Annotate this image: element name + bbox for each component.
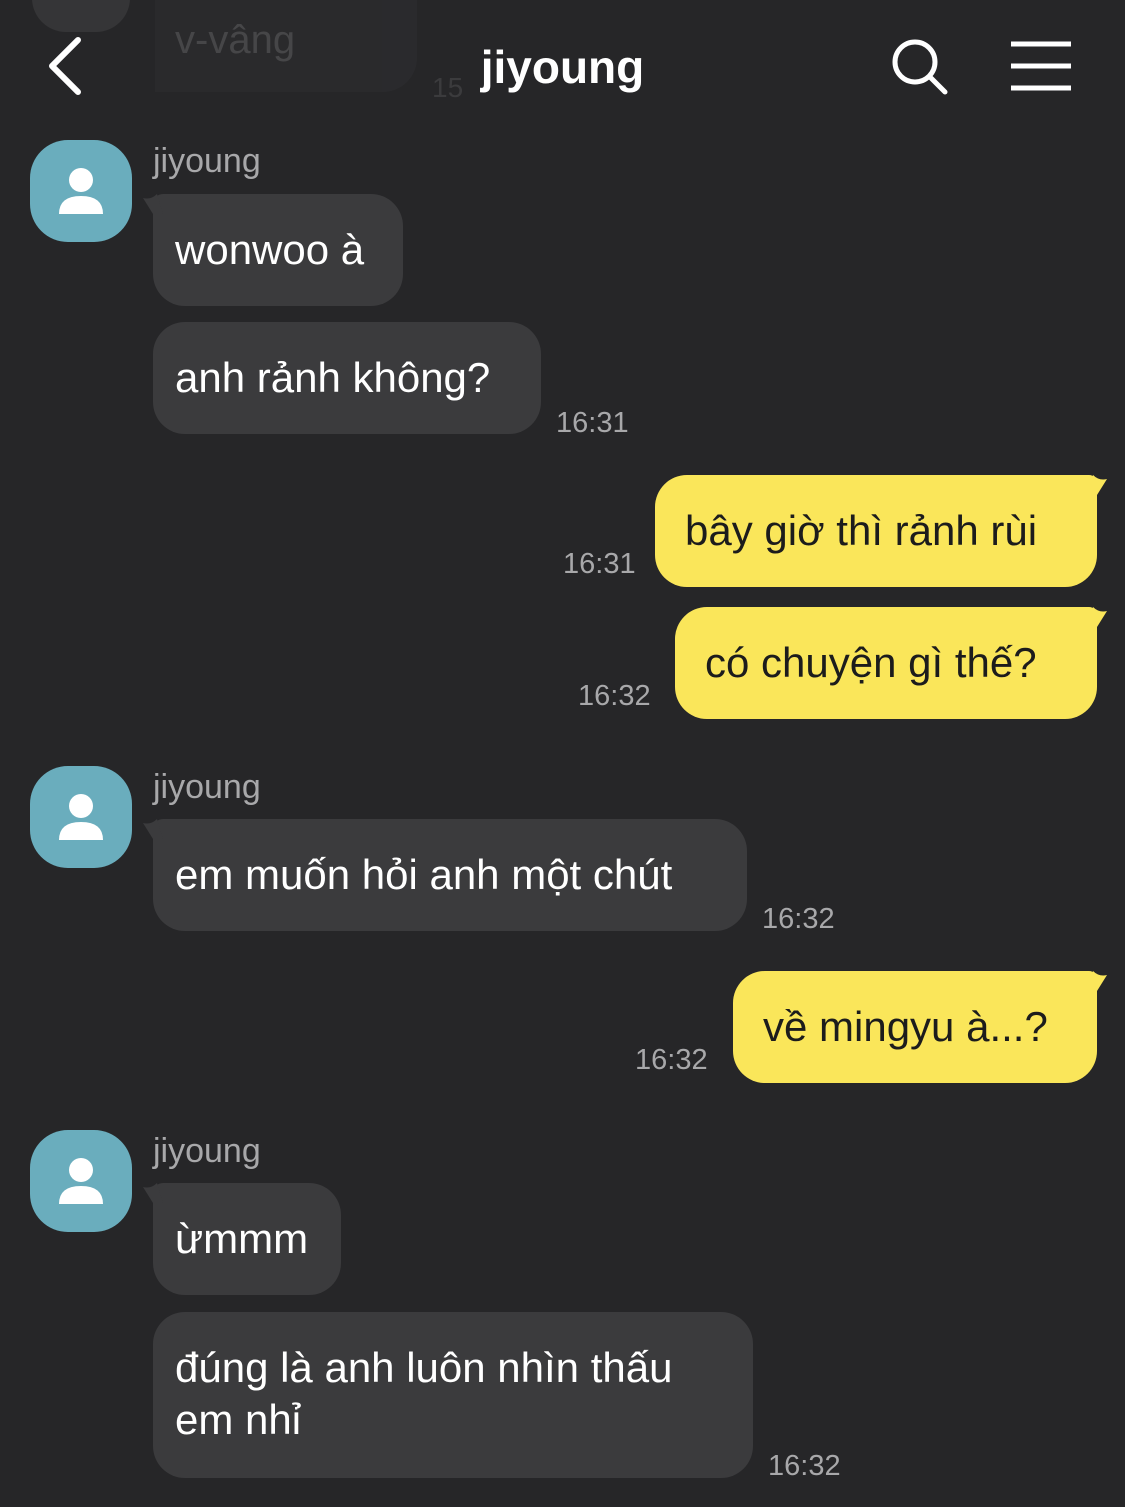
message-time: 16:32	[762, 903, 835, 935]
menu-button[interactable]	[1005, 36, 1077, 96]
message-text: em muốn hỏi anh một chút	[175, 851, 673, 898]
message-text: anh rảnh không?	[175, 354, 491, 401]
message-bubble-incoming[interactable]: đúng là anh luôn nhìn thấu em nhỉ	[153, 1312, 753, 1478]
menu-icon	[1011, 41, 1071, 91]
message-time: 16:31	[556, 407, 629, 439]
message-bubble-outgoing[interactable]: về mingyu à...?	[733, 971, 1107, 1083]
message-bubble-incoming[interactable]: wonwoo à	[143, 194, 403, 306]
bubble-tail	[143, 819, 163, 839]
message-text: bây giờ thì rảnh rùi	[685, 507, 1038, 554]
person-icon	[59, 794, 103, 840]
message-text: đúng là anh luôn nhìn thấu em nhỉ	[175, 1344, 673, 1443]
message-time: 16:32	[578, 680, 651, 712]
sender-name: jiyoung	[153, 768, 261, 806]
bubble-tail	[1087, 971, 1107, 991]
person-icon	[59, 168, 103, 214]
sender-name: jiyoung	[153, 1132, 261, 1170]
message-bubble-incoming[interactable]: em muốn hỏi anh một chút	[143, 819, 747, 931]
message-bubble-incoming[interactable]: anh rảnh không?	[153, 322, 541, 434]
message-time: 16:31	[563, 548, 636, 580]
person-icon	[59, 1158, 103, 1204]
message-time: 16:32	[635, 1044, 708, 1076]
bubble-tail	[143, 194, 163, 214]
avatar[interactable]	[30, 766, 132, 868]
sender-name: jiyoung	[153, 142, 261, 180]
chat-title: jiyoung	[480, 41, 645, 93]
message-text: ừmmm	[175, 1215, 309, 1262]
chat-header: jiyoung	[0, 0, 1125, 128]
avatar[interactable]	[30, 140, 132, 242]
bubble-tail	[1087, 475, 1107, 495]
message-time: 16:32	[768, 1450, 841, 1482]
bubble-tail	[1087, 607, 1107, 627]
message-bubble-outgoing[interactable]: có chuyện gì thế?	[675, 607, 1107, 719]
message-bubble-incoming[interactable]: ừmmm	[143, 1183, 341, 1295]
message-text: wonwoo à	[175, 226, 365, 273]
bubble-tail	[143, 1183, 163, 1203]
avatar[interactable]	[30, 1130, 132, 1232]
message-bubble-outgoing[interactable]: bây giờ thì rảnh rùi	[655, 475, 1107, 587]
message-text: có chuyện gì thế?	[705, 639, 1037, 686]
search-button[interactable]	[885, 32, 955, 102]
search-icon	[892, 39, 948, 95]
message-text: về mingyu à...?	[763, 1003, 1048, 1050]
